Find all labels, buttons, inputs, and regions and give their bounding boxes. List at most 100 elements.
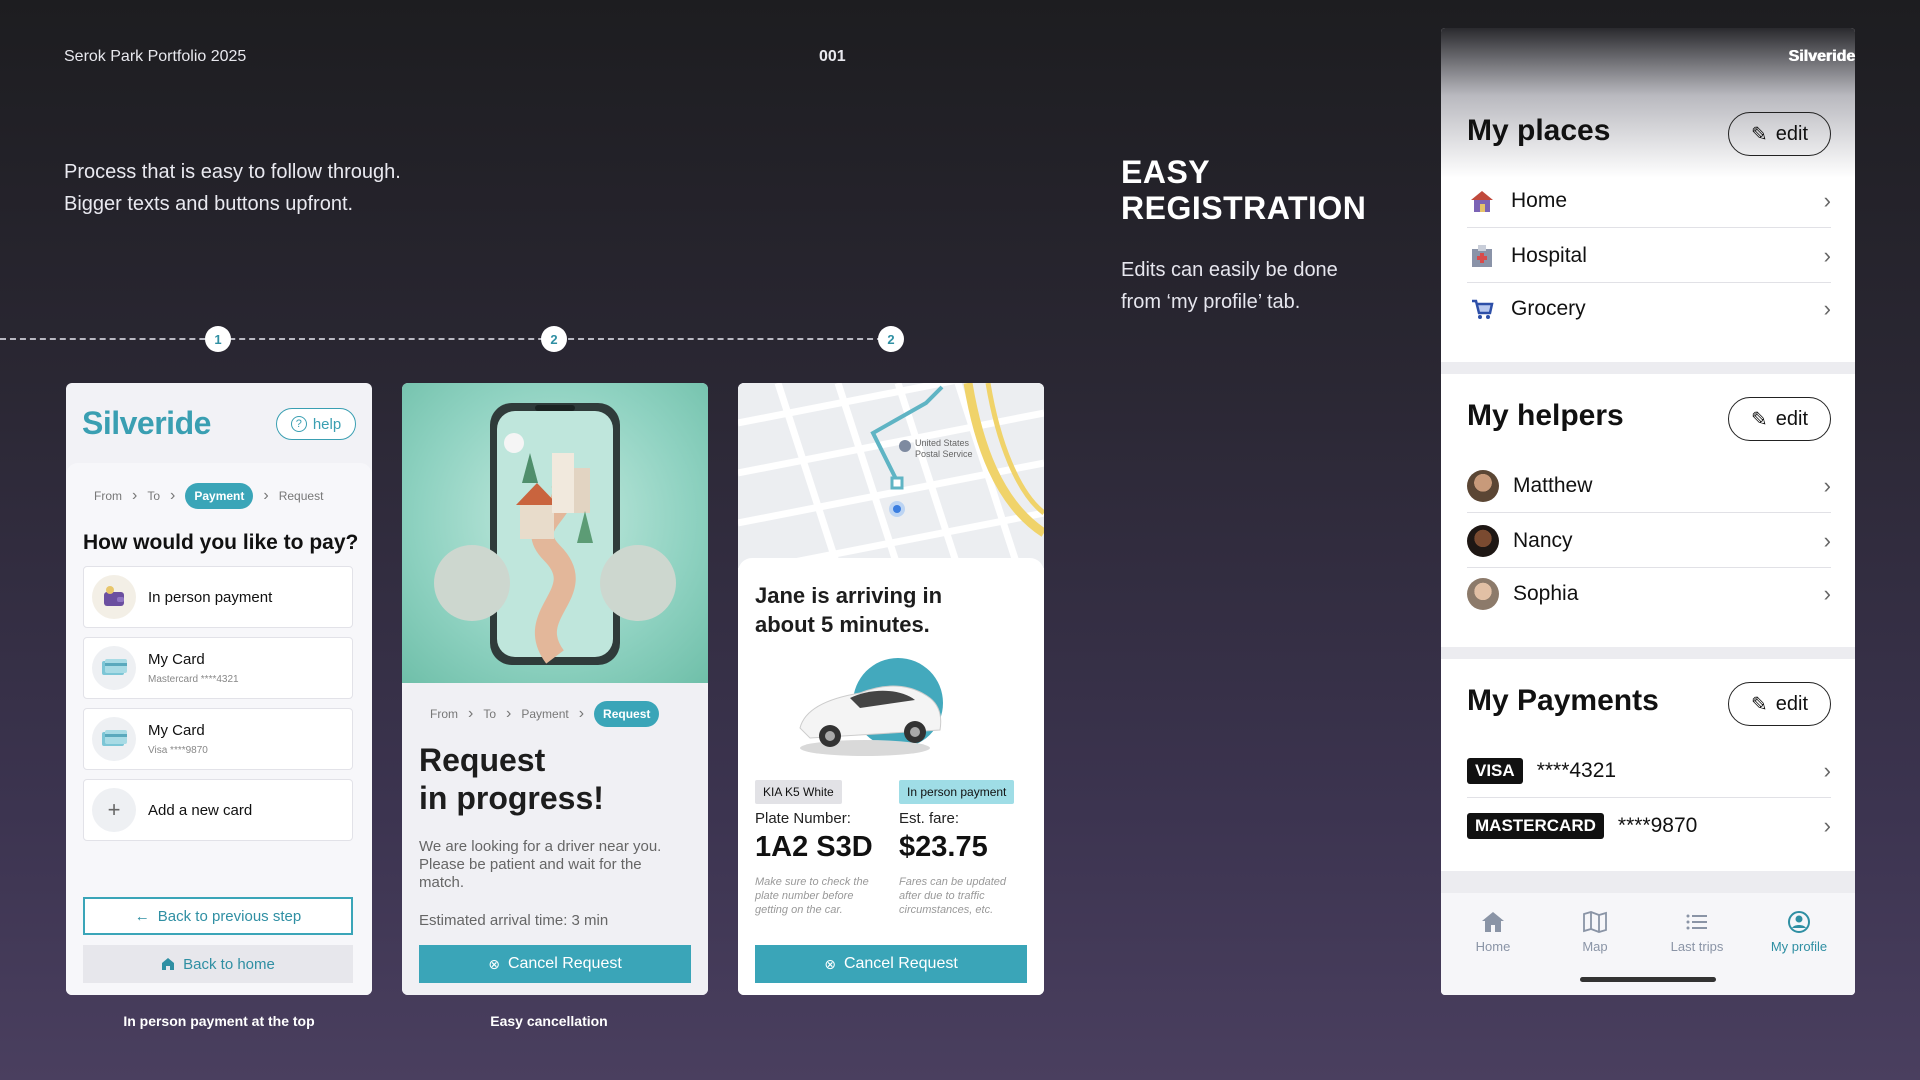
cancel-request-button[interactable]: ⊗ Cancel Request	[419, 945, 691, 983]
avatar	[1467, 524, 1499, 557]
request-description: We are looking for a driver near you. Pl…	[419, 838, 662, 891]
portfolio-label: Serok Park Portfolio 2025	[64, 48, 247, 65]
help-button[interactable]: ? help	[276, 408, 356, 440]
card-number: ****9870	[1617, 814, 1698, 837]
payment-row-visa[interactable]: VISA ****4321 ›	[1467, 744, 1831, 798]
crumb-to[interactable]: To	[147, 489, 160, 503]
home-indicator	[1580, 977, 1716, 982]
card-brand-badge: MASTERCARD	[1467, 813, 1604, 839]
avatar	[1467, 578, 1499, 610]
chevron-right-icon: ›	[1823, 242, 1831, 268]
chevron-right-icon: ›	[578, 705, 585, 722]
chevron-right-icon: ›	[506, 705, 512, 722]
nav-map[interactable]: Map	[1550, 911, 1640, 954]
page-number: 001	[819, 48, 846, 65]
edit-label: edit	[1775, 692, 1808, 715]
map-view[interactable]: United States Postal Service	[738, 383, 1044, 568]
section-divider	[1441, 362, 1855, 374]
bottom-nav: Home Map Last trips My profile	[1441, 893, 1855, 995]
place-label: Home	[1511, 188, 1568, 212]
request-title: Request in progress!	[419, 741, 604, 817]
easy-registration-title: EASY REGISTRATION	[1121, 154, 1367, 226]
place-row-home[interactable]: Home ›	[1467, 174, 1831, 228]
request-screen: From › To › Payment › Request Request in pr…	[402, 383, 708, 995]
edit-places-button[interactable]: ✎ edit	[1728, 112, 1831, 156]
edit-helpers-button[interactable]: ✎ edit	[1728, 397, 1831, 441]
plus-icon: +	[92, 788, 136, 832]
crumb-from[interactable]: From	[94, 489, 122, 503]
helper-label: Nancy	[1513, 528, 1573, 552]
option-add-card[interactable]: + Add a new card	[83, 779, 353, 841]
helper-row-matthew[interactable]: Matthew ›	[1467, 459, 1831, 513]
nav-last-trips[interactable]: Last trips	[1652, 911, 1742, 954]
easy-registration-subtitle: Edits can easily be done from ‘my profil…	[1121, 259, 1338, 313]
credit-card-icon	[92, 717, 136, 761]
plate-note: Make sure to check the plate number befo…	[755, 876, 869, 916]
wallet-icon	[92, 575, 136, 619]
intro-text: Process that is easy to follow through. …	[64, 161, 401, 215]
payment-row-mastercard[interactable]: MASTERCARD ****9870 ›	[1467, 799, 1831, 853]
payment-method-tag: In person payment	[899, 780, 1015, 804]
helper-row-nancy[interactable]: Nancy ›	[1467, 514, 1831, 568]
pencil-icon: ✎	[1750, 693, 1768, 716]
nav-my-profile[interactable]: My profile	[1754, 911, 1844, 954]
place-row-grocery[interactable]: Grocery ›	[1467, 282, 1831, 336]
edit-label: edit	[1775, 407, 1808, 430]
option-sublabel: Visa ****9870	[148, 745, 208, 756]
option-mastercard[interactable]: My Card Mastercard ****4321	[83, 637, 353, 699]
crumb-request[interactable]: Request	[279, 489, 324, 503]
pencil-icon: ✎	[1750, 408, 1768, 431]
chevron-right-icon: ›	[1823, 581, 1831, 606]
crumb-payment[interactable]: Payment	[185, 483, 254, 509]
option-in-person[interactable]: In person payment	[83, 566, 353, 628]
crumb-from[interactable]: From	[430, 707, 458, 721]
arrow-left-icon: ←	[134, 907, 150, 925]
plate-number: 1A2 S3D	[755, 831, 873, 863]
plate-label: Plate Number:	[755, 810, 851, 827]
helper-label: Sophia	[1513, 582, 1579, 605]
crumb-payment[interactable]: Payment	[521, 707, 568, 721]
crumb-request[interactable]: Request	[594, 701, 660, 727]
helper-row-sophia[interactable]: Sophia ›	[1467, 567, 1831, 621]
nav-home[interactable]: Home	[1448, 911, 1538, 954]
caption-cancellation: Easy cancellation	[490, 1013, 608, 1029]
caption-payment: In person payment at the top	[123, 1013, 315, 1029]
edit-payments-button[interactable]: ✎ edit	[1728, 682, 1831, 726]
pencil-icon: ✎	[1750, 123, 1768, 146]
option-label: My Card	[148, 651, 205, 668]
section-divider	[1441, 647, 1855, 659]
home-icon	[1482, 912, 1504, 932]
request-title-line1: Request	[419, 742, 546, 778]
option-sublabel: Mastercard ****4321	[148, 674, 239, 685]
option-visa[interactable]: My Card Visa ****9870	[83, 708, 353, 770]
chevron-right-icon: ›	[1823, 757, 1831, 783]
chevron-right-icon: ›	[1823, 813, 1831, 838]
section-divider	[1441, 871, 1855, 893]
chevron-right-icon: ›	[263, 487, 269, 504]
fare-note: Fares can be updated after due to traffi…	[899, 876, 1007, 916]
my-places-title: My places	[1467, 114, 1611, 147]
helper-label: Matthew	[1513, 473, 1593, 497]
map-icon	[1583, 911, 1607, 933]
help-label: help	[312, 415, 342, 433]
cancel-label: Cancel Request	[507, 955, 622, 972]
brand-header: Silveride	[1789, 48, 1856, 65]
cancel-request-button[interactable]: ⊗ Cancel Request	[755, 945, 1027, 983]
request-title-line2: in progress!	[419, 780, 604, 816]
breadcrumb: From › To › Payment › Request	[94, 483, 323, 509]
crumb-to[interactable]: To	[483, 707, 496, 721]
card-brand-badge: VISA	[1467, 757, 1523, 784]
house-icon	[1467, 186, 1497, 216]
place-row-hospital[interactable]: Hospital ›	[1467, 229, 1831, 283]
payment-question: How would you like to pay?	[83, 531, 359, 554]
back-home-button[interactable]: Back to home	[83, 945, 353, 983]
card-number: ****4321	[1536, 758, 1617, 782]
estimated-arrival: Estimated arrival time: 3 min	[419, 912, 609, 929]
place-label: Hospital	[1511, 243, 1587, 267]
step-marker: 2	[541, 326, 567, 352]
help-icon: ?	[290, 416, 307, 432]
chevron-right-icon: ›	[132, 487, 138, 504]
back-step-button[interactable]: ← Back to previous step	[83, 897, 353, 935]
back-step-label: Back to previous step	[157, 907, 302, 925]
nav-label: Map	[1582, 939, 1608, 954]
